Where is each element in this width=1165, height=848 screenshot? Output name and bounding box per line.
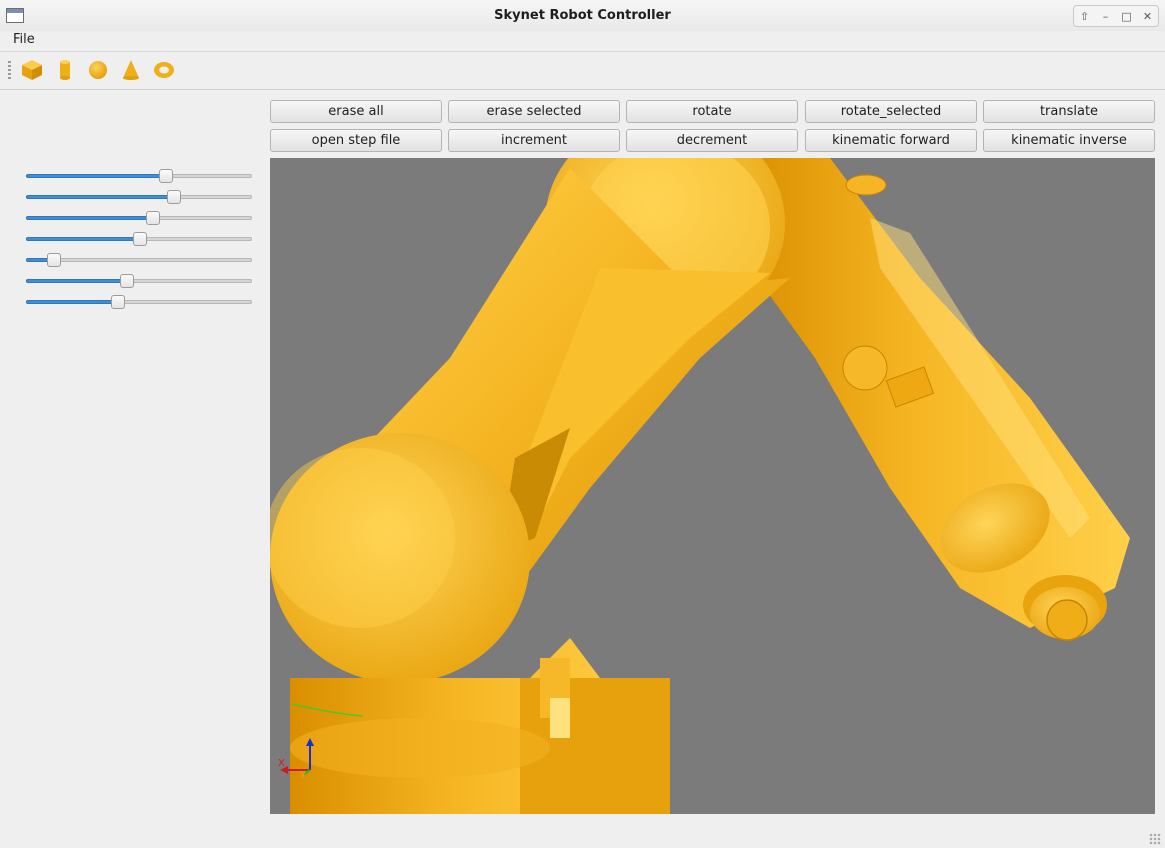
toolbar [0, 51, 1165, 90]
slider-fill [26, 279, 127, 283]
cone-icon[interactable] [119, 58, 143, 82]
slider-handle[interactable] [145, 211, 160, 225]
joint-slider-2[interactable] [26, 189, 252, 205]
rotate-selected-button[interactable]: rotate_selected [805, 100, 977, 123]
3d-viewport[interactable]: Z X Y [270, 158, 1155, 814]
joint-slider-4[interactable] [26, 231, 252, 247]
resize-grip[interactable] [1149, 833, 1161, 845]
sphere-icon[interactable] [86, 58, 110, 82]
open-step-file-button[interactable]: open step file [270, 129, 442, 152]
slider-handle[interactable] [159, 169, 174, 183]
shade-icon[interactable]: ⇧ [1076, 10, 1094, 23]
slider-handle[interactable] [133, 232, 148, 246]
minimize-icon[interactable]: – [1097, 10, 1115, 23]
erase-selected-button[interactable]: erase selected [448, 100, 620, 123]
menu-bar: File [0, 31, 1165, 51]
translate-button[interactable]: translate [983, 100, 1155, 123]
window-title: Skynet Robot Controller [494, 8, 671, 23]
slider-handle[interactable] [119, 274, 134, 288]
decrement-button[interactable]: decrement [626, 129, 798, 152]
maximize-icon[interactable]: □ [1118, 10, 1136, 23]
slider-fill [26, 195, 175, 199]
slider-fill [26, 300, 118, 304]
cylinder-icon[interactable] [53, 58, 77, 82]
kinematic-forward-button[interactable]: kinematic forward [805, 129, 977, 152]
kinematic-inverse-button[interactable]: kinematic inverse [983, 129, 1155, 152]
slider-fill [26, 237, 141, 241]
joint-slider-5[interactable] [26, 252, 252, 268]
axis-y-label: Y [299, 770, 307, 781]
window-controls: ⇧ – □ ✕ [1073, 5, 1159, 27]
toolbar-grip[interactable] [8, 61, 11, 81]
title-bar: Skynet Robot Controller ⇧ – □ ✕ [0, 0, 1165, 32]
slider-handle[interactable] [110, 295, 125, 309]
torus-icon[interactable] [152, 58, 176, 82]
rotate-button[interactable]: rotate [626, 100, 798, 123]
status-bar [0, 818, 1165, 848]
cube-icon[interactable] [20, 58, 44, 82]
axis-z-label: Z [311, 733, 318, 744]
joint-slider-3[interactable] [26, 210, 252, 226]
erase-all-button[interactable]: erase all [270, 100, 442, 123]
axis-x-label: X [278, 758, 285, 769]
slider-handle[interactable] [47, 253, 62, 267]
close-icon[interactable]: ✕ [1139, 10, 1157, 23]
joint-slider-7[interactable] [26, 294, 252, 310]
robot-arm-model[interactable]: Z X Y [270, 158, 1155, 814]
increment-button[interactable]: increment [448, 129, 620, 152]
joint-slider-6[interactable] [26, 273, 252, 289]
slider-fill [26, 174, 167, 178]
slider-handle[interactable] [167, 190, 182, 204]
menu-file[interactable]: File [13, 32, 35, 47]
joint-slider-1[interactable] [26, 168, 252, 184]
slider-fill [26, 216, 153, 220]
